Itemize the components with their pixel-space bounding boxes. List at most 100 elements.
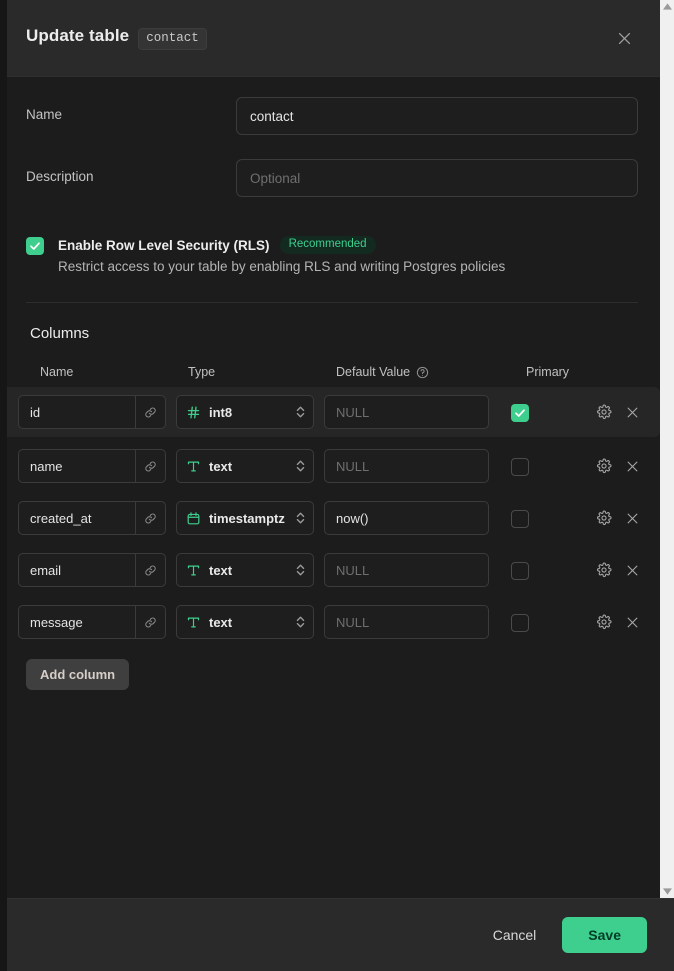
link-icon[interactable] [135,396,165,429]
link-icon[interactable] [135,450,165,483]
page-title: Update table [26,26,130,46]
column-header-default-value-label: Default Value [336,365,411,380]
add-column-button[interactable]: Add column [26,659,130,691]
column-primary-cell [489,403,589,422]
remove-column-icon[interactable] [625,511,640,526]
update-table-dialog: Update table contact Name contact Descri… [0,0,674,971]
name-label: Name [26,107,63,122]
column-type-select[interactable]: text [176,553,314,588]
link-icon[interactable] [135,554,165,587]
column-primary-checkbox[interactable] [511,561,529,580]
column-header-default-value: Default Value [336,365,526,379]
column-name-input[interactable]: created_at [18,501,166,536]
rls-title-line: Enable Row Level Security (RLS) Recommen… [58,236,638,255]
text-icon [186,459,201,474]
dialog-title-group: Update table contact [26,26,610,50]
column-type-value: timestamptz [209,510,285,526]
dialog-body: Name contact Description Optional Enable… [0,77,660,898]
column-default-value-text: NULL [336,404,370,420]
gear-icon[interactable] [596,614,612,630]
description-row: Description Optional [0,159,660,197]
column-default-value-input[interactable]: NULL [324,449,489,484]
column-default-value-text: NULL [336,458,370,474]
link-icon[interactable] [135,502,165,535]
column-header-type: Type [188,365,216,380]
gear-icon[interactable] [596,510,612,526]
save-button[interactable]: Save [562,917,647,953]
rls-text: Enable Row Level Security (RLS) Recommen… [58,236,638,274]
remove-column-icon[interactable] [625,405,640,420]
description-label: Description [26,169,94,184]
scroll-up-arrow-icon[interactable] [662,0,672,13]
table-name-value: contact [250,108,294,124]
column-primary-checkbox[interactable] [511,509,529,528]
table-row: created_at timestamptz now() [0,495,660,541]
hash-icon [186,405,201,420]
columns-table-header: Name Type Default Value Primary [0,365,660,379]
column-type-select[interactable]: timestamptz [176,501,314,536]
description-input[interactable]: Optional [236,159,638,197]
close-icon[interactable] [610,24,638,52]
scroll-down-arrow-icon[interactable] [662,885,672,898]
column-primary-cell [489,613,589,632]
column-primary-checkbox[interactable] [511,403,529,422]
column-actions [589,510,660,526]
column-type-value: text [209,562,233,578]
table-name-badge: contact [138,28,207,50]
help-circle-icon[interactable] [416,366,429,379]
columns-section-title: Columns [30,325,90,343]
gear-icon[interactable] [596,404,612,420]
remove-column-icon[interactable] [625,459,640,474]
chevron-updown-icon [295,615,306,629]
column-name-input[interactable]: email [18,553,166,588]
rls-block: Enable Row Level Security (RLS) Recommen… [0,236,660,274]
column-default-value-text: NULL [336,562,370,578]
column-name-value: name [30,458,63,474]
chevron-updown-icon [295,405,306,419]
gear-icon[interactable] [596,458,612,474]
rls-description: Restrict access to your table by enablin… [58,259,506,275]
chevron-updown-icon [295,563,306,577]
table-name-input[interactable]: contact [236,97,638,135]
link-icon[interactable] [135,606,165,639]
text-icon [186,563,201,578]
rls-title: Enable Row Level Security (RLS) [58,237,270,253]
column-default-value-text: NULL [336,614,370,630]
remove-column-icon[interactable] [625,615,640,630]
gear-icon[interactable] [596,562,612,578]
table-row: message text NULL [0,599,660,645]
column-name-value: created_at [30,510,92,526]
vertical-scrollbar[interactable] [660,0,674,898]
column-type-select[interactable]: int8 [176,395,314,430]
table-row: email text NULL [0,547,660,593]
cancel-button[interactable]: Cancel [487,919,543,951]
column-name-value: message [30,614,83,630]
column-actions [589,562,660,578]
table-row: name text NULL [0,443,660,489]
left-gutter [0,0,7,971]
table-row: id int8 NULL [0,387,660,438]
column-type-value: text [209,614,233,630]
chevron-updown-icon [295,459,306,473]
column-default-value-input[interactable]: NULL [324,605,489,640]
remove-column-icon[interactable] [625,563,640,578]
column-type-select[interactable]: text [176,449,314,484]
column-name-input[interactable]: message [18,605,166,640]
column-type-select[interactable]: text [176,605,314,640]
column-header-name: Name [40,365,74,380]
column-default-value-input[interactable]: NULL [324,395,489,430]
dialog-footer: Cancel Save [0,898,674,971]
column-primary-checkbox[interactable] [511,457,529,476]
column-actions [589,458,660,474]
column-name-input[interactable]: id [18,395,166,430]
column-type-value: int8 [209,404,233,420]
column-default-value-input[interactable]: now() [324,501,489,536]
divider [26,302,638,304]
columns-rows: id int8 NULL name text NULL created_at timestam… [0,387,660,645]
column-name-value: email [30,562,62,578]
rls-checkbox[interactable] [26,237,44,255]
column-default-value-input[interactable]: NULL [324,553,489,588]
column-header-primary: Primary [526,365,570,380]
column-primary-checkbox[interactable] [511,613,529,632]
column-name-input[interactable]: name [18,449,166,484]
